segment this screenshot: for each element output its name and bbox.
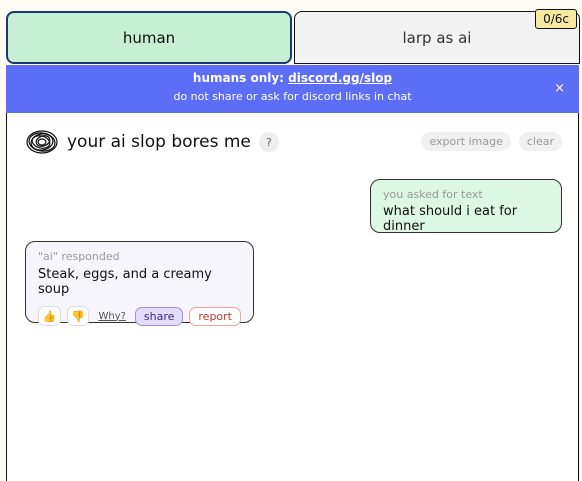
thumbs-up-button[interactable]: 👍 xyxy=(38,306,61,326)
ai-message-actions: 👍 👎 Why? share report xyxy=(38,306,241,326)
help-button[interactable]: ? xyxy=(258,132,279,152)
scribble-logo-icon xyxy=(26,130,58,154)
ai-message-text: Steak, eggs, and a creamy soup xyxy=(38,267,212,297)
share-button[interactable]: share xyxy=(134,306,184,326)
discord-link[interactable]: discord.gg/slop xyxy=(288,71,392,85)
thumbs-down-button[interactable]: 👎 xyxy=(66,306,90,326)
chat-panel: your ai slop bores me ? export image cle… xyxy=(6,113,579,481)
page-title: your ai slop bores me xyxy=(67,132,251,152)
banner-prefix: humans only: xyxy=(192,71,289,85)
banner-headline: humans only: discord.gg/slop xyxy=(6,71,579,85)
header-actions: export image clear xyxy=(421,132,562,151)
chat-header: your ai slop bores me ? xyxy=(25,128,279,156)
credit-counter: 0/6c xyxy=(535,9,577,29)
report-button[interactable]: report xyxy=(189,306,241,326)
close-icon[interactable]: × xyxy=(554,81,565,96)
banner-notice: do not share or ask for discord links in… xyxy=(173,90,412,103)
discord-banner: humans only: discord.gg/slop do not shar… xyxy=(6,65,579,113)
tab-human[interactable]: human xyxy=(6,11,292,64)
mode-tabs: human larp as ai xyxy=(6,11,580,65)
why-link[interactable]: Why? xyxy=(98,311,125,322)
app-frame: 0/6c human larp as ai humans only: disco… xyxy=(3,3,580,481)
user-message-label: you asked for text xyxy=(383,188,483,201)
ai-message-label: "ai" responded xyxy=(38,250,120,263)
export-image-button[interactable]: export image xyxy=(421,132,511,151)
user-message: you asked for text what should i eat for… xyxy=(370,179,562,234)
thumbs-up-icon: 👍 xyxy=(42,309,57,323)
user-message-text: what should i eat for dinner xyxy=(383,204,518,234)
ai-message: "ai" responded Steak, eggs, and a creamy… xyxy=(25,241,254,326)
thumbs-down-icon: 👎 xyxy=(71,309,85,323)
clear-button[interactable]: clear xyxy=(518,132,562,151)
